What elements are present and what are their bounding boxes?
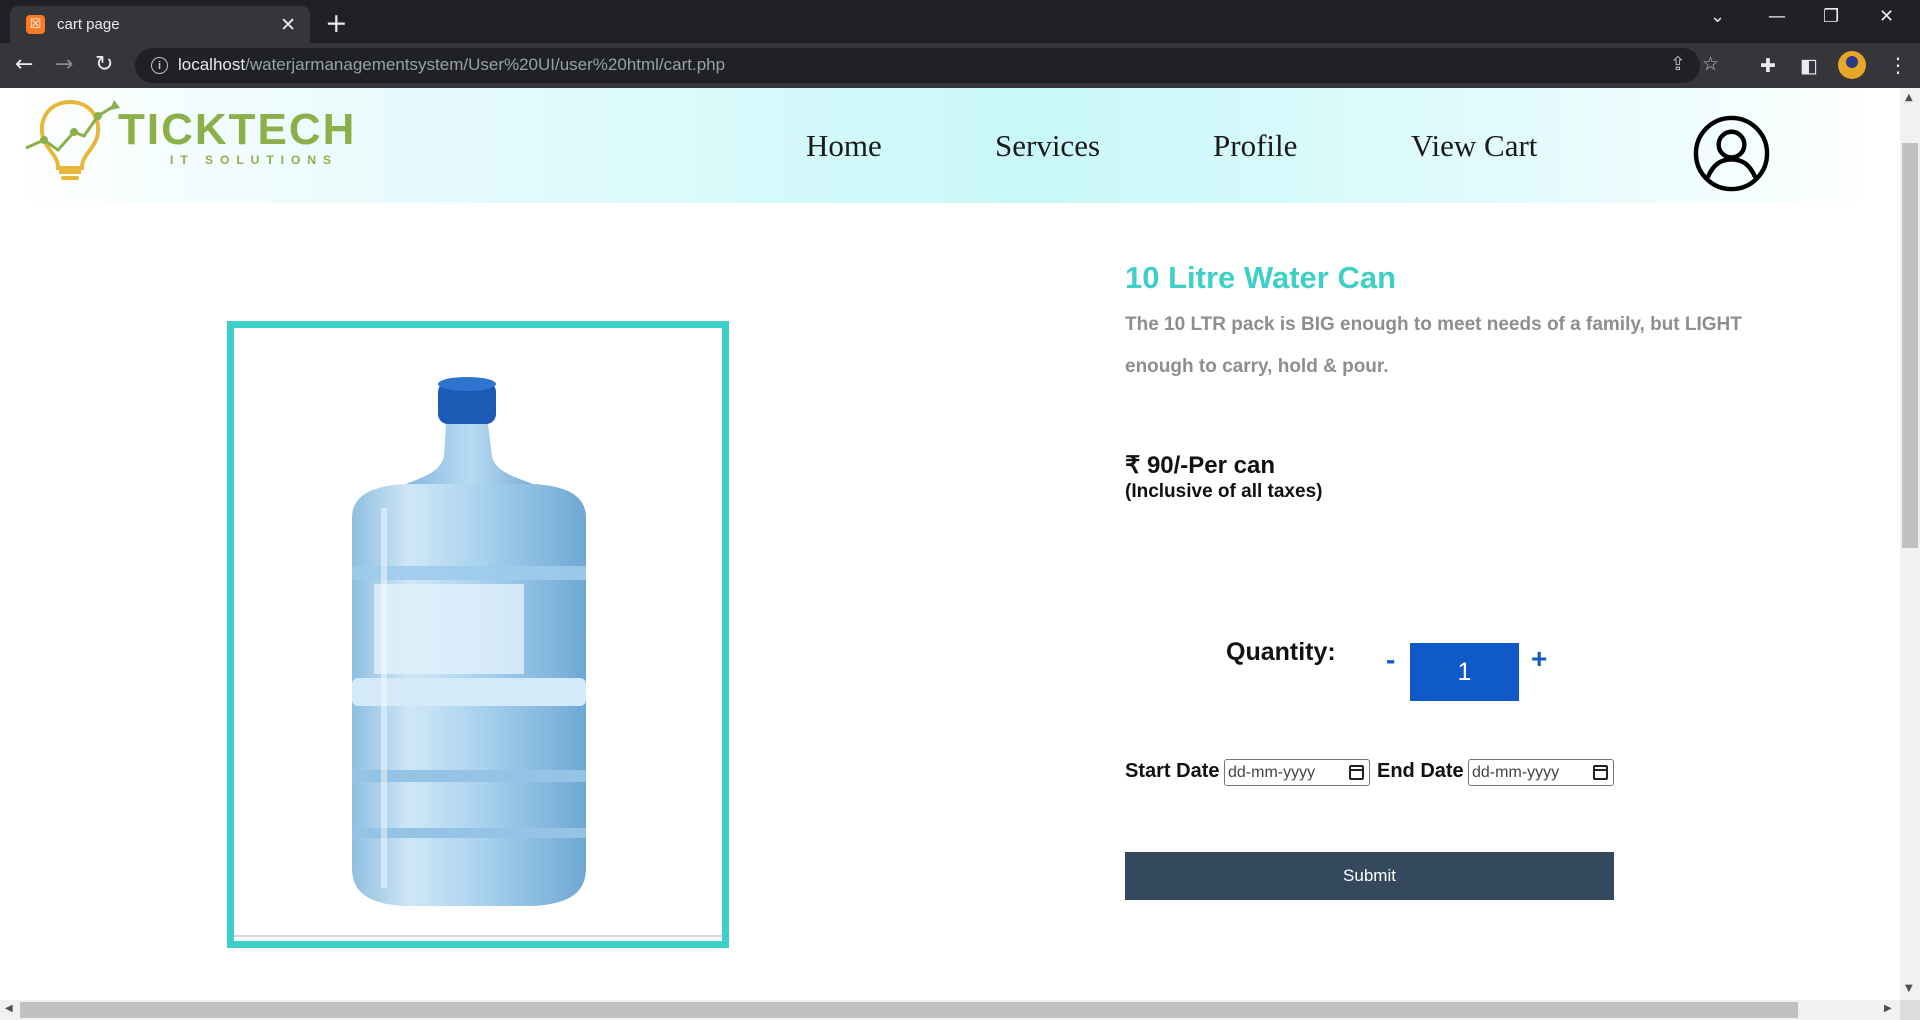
start-date-input[interactable]: dd-mm-yyyy [1224,759,1370,786]
tax-note: (Inclusive of all taxes) [1125,481,1323,502]
puzzle-icon[interactable]: ✚ [1760,53,1776,79]
site-header: TICKTECH IT SOLUTIONS Home Services Prof… [0,88,1880,203]
tab-search-chevron-icon[interactable]: ⌄ [1710,6,1725,27]
calendar-icon[interactable] [1593,765,1608,780]
kebab-menu-icon[interactable]: ⋮ [1888,52,1908,78]
reload-icon[interactable]: ↻ [95,52,113,78]
quantity-input[interactable] [1410,643,1519,701]
url-path: /waterjarmanagementsystem/User%20UI/user… [245,55,726,74]
submit-button[interactable]: Submit [1125,852,1614,900]
address-bar[interactable]: i localhost/waterjarmanagementsystem/Use… [135,48,1719,83]
end-date-label: End Date [1377,760,1464,782]
logo-subtitle: IT SOLUTIONS [170,153,338,167]
vertical-scrollbar[interactable]: ▲ ▼ [1900,88,1920,1000]
page-viewport: TICKTECH IT SOLUTIONS Home Services Prof… [0,88,1900,1000]
start-date-placeholder: dd-mm-yyyy [1228,763,1316,781]
nav-profile[interactable]: Profile [1213,128,1297,164]
horizontal-scroll-thumb[interactable] [20,1002,1798,1018]
share-icon[interactable]: ⇪ [1670,53,1686,75]
browser-tab-bar: ☒ cart page ✕ + ⌄ — ❐ ✕ [0,0,1920,43]
nav-view-cart[interactable]: View Cart [1411,128,1537,164]
quantity-increment-button[interactable]: + [1531,643,1547,675]
nav-services[interactable]: Services [995,128,1100,164]
restore-icon[interactable]: ❐ [1823,6,1839,27]
scroll-right-icon[interactable]: ▶ [1884,1003,1892,1014]
scroll-down-icon[interactable]: ▼ [1905,983,1913,994]
start-date-label: Start Date [1125,760,1220,782]
user-account-icon[interactable] [1692,114,1771,193]
vertical-scroll-thumb[interactable] [1902,143,1918,548]
product-image-frame [227,321,729,948]
scroll-up-icon[interactable]: ▲ [1905,92,1913,103]
new-tab-icon[interactable]: + [325,8,348,39]
url-host: localhost [178,55,246,74]
product-description: The 10 LTR pack is BIG enough to meet ne… [1125,314,1742,377]
side-panel-icon[interactable]: ◧ [1800,53,1818,79]
end-date-placeholder: dd-mm-yyyy [1472,763,1560,781]
logo-title: TICKTECH [118,105,356,154]
product-image-area [234,328,722,937]
xampp-favicon-icon: ☒ [26,15,45,34]
close-tab-icon[interactable]: ✕ [280,14,296,36]
nav-home[interactable]: Home [806,128,882,164]
scrollbar-corner [1900,1000,1920,1020]
quantity-decrement-button[interactable]: - [1386,644,1395,676]
product-price: ₹ 90/-Per can [1125,452,1276,479]
tab-title: cart page [57,16,120,33]
url-text[interactable]: localhost/waterjarmanagementsystem/User%… [178,55,725,75]
horizontal-scrollbar[interactable]: ◀ ▶ [0,1000,1900,1020]
forward-arrow-icon[interactable]: → [55,52,73,78]
quantity-label: Quantity: [1226,638,1336,666]
browser-tab[interactable]: ☒ cart page ✕ [10,6,310,43]
water-can-image [352,377,586,906]
calendar-icon[interactable] [1349,765,1364,780]
site-info-icon[interactable]: i [151,57,168,74]
minimize-icon[interactable]: — [1768,6,1786,27]
product-title: 10 Litre Water Can [1125,260,1397,295]
end-date-input[interactable]: dd-mm-yyyy [1468,759,1614,786]
back-arrow-icon[interactable]: ← [15,52,33,78]
profile-avatar[interactable] [1838,51,1866,79]
scroll-left-icon[interactable]: ◀ [5,1003,13,1014]
close-window-icon[interactable]: ✕ [1879,6,1894,27]
browser-toolbar: ← → ↻ i localhost/waterjarmanagementsyst… [0,43,1920,88]
ticktech-logo[interactable]: TICKTECH IT SOLUTIONS [22,92,417,184]
star-icon[interactable]: ☆ [1702,53,1719,75]
